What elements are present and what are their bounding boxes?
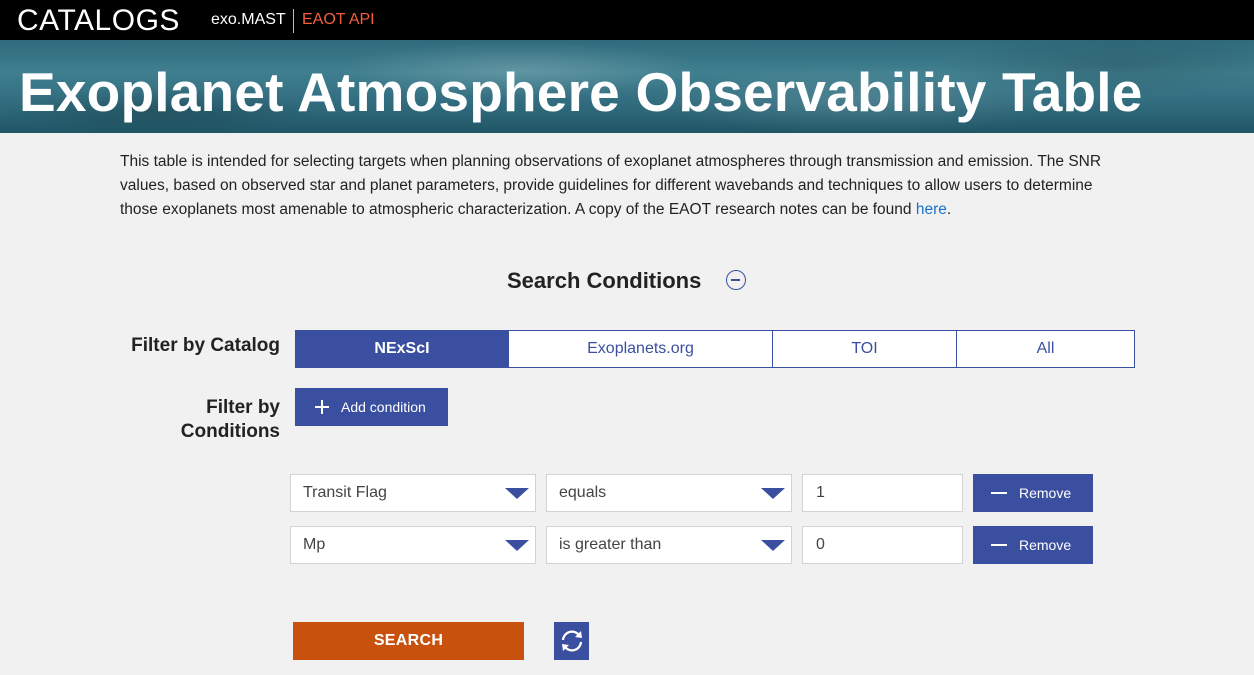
refresh-icon — [561, 630, 582, 652]
tab-toi[interactable]: TOI — [772, 331, 956, 367]
chevron-down-icon — [505, 488, 529, 499]
search-button[interactable]: SEARCH — [293, 622, 524, 660]
chevron-down-icon — [505, 540, 529, 551]
chevron-down-icon — [761, 488, 785, 499]
filter-by-conditions-label: Filter by Conditions — [180, 397, 280, 442]
condition-field-value: Mp — [303, 536, 326, 553]
tab-exoplanets-org[interactable]: Exoplanets.org — [508, 331, 772, 367]
reset-button[interactable] — [554, 622, 589, 660]
tab-all[interactable]: All — [956, 331, 1134, 367]
minus-icon — [991, 544, 1007, 546]
exo-mast-link[interactable]: exo.MAST — [211, 10, 286, 30]
eaot-api-link[interactable]: EAOT API — [302, 10, 375, 30]
remove-label: Remove — [1019, 485, 1072, 501]
plus-icon — [315, 400, 329, 414]
chevron-down-icon — [761, 540, 785, 551]
remove-condition-button[interactable]: Remove — [973, 526, 1093, 564]
add-condition-label: Add condition — [341, 399, 426, 415]
tab-nexsci[interactable]: NExScI — [296, 331, 508, 367]
condition-operator-select[interactable]: equals — [546, 474, 792, 512]
remove-label: Remove — [1019, 537, 1072, 553]
page-title: Exoplanet Atmosphere Observability Table — [19, 61, 1143, 123]
minus-icon — [991, 492, 1007, 494]
search-conditions-heading: Search Conditions — [507, 268, 702, 293]
intro-text: This table is intended for selecting tar… — [120, 153, 1102, 218]
catalogs-logo[interactable]: CATALOGS — [17, 4, 180, 38]
condition-operator-select[interactable]: is greater than — [546, 526, 792, 564]
add-condition-button[interactable]: Add condition — [295, 388, 448, 426]
condition-operator-value: is greater than — [559, 536, 662, 553]
page-banner: Exoplanet Atmosphere Observability Table — [0, 40, 1254, 133]
top-nav: CATALOGS exo.MAST EAOT API — [0, 0, 1254, 40]
condition-field-value: Transit Flag — [303, 484, 387, 501]
collapse-circle-icon[interactable] — [726, 270, 746, 290]
condition-operator-value: equals — [559, 484, 607, 501]
condition-field-select[interactable]: Mp — [290, 526, 536, 564]
condition-value-input[interactable] — [802, 474, 963, 512]
catalog-tabs: NExScI Exoplanets.org TOI All — [295, 330, 1135, 368]
condition-field-select[interactable]: Transit Flag — [290, 474, 536, 512]
research-notes-link[interactable]: here — [916, 201, 947, 218]
condition-value-input[interactable] — [802, 526, 963, 564]
intro-trailing: . — [946, 201, 952, 218]
intro-paragraph: This table is intended for selecting tar… — [120, 150, 1120, 222]
remove-condition-button[interactable]: Remove — [973, 474, 1093, 512]
filter-by-catalog-label: Filter by Catalog — [131, 335, 280, 356]
nav-divider — [293, 9, 294, 33]
